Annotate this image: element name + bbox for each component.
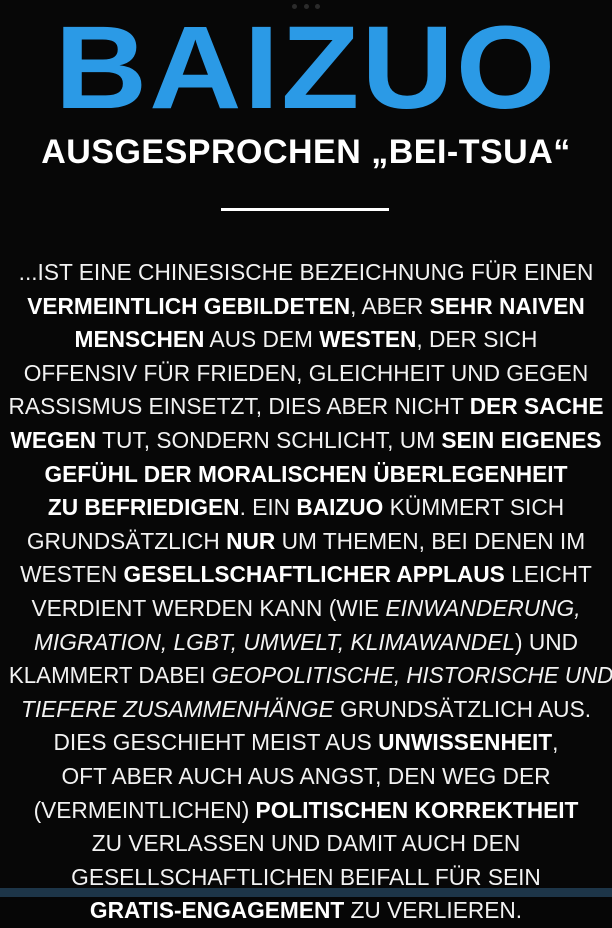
body-segment: VERDIENT WERDEN KANN (WIE bbox=[31, 594, 386, 621]
body-segment: GRUNDSÄTZLICH AUS. bbox=[333, 695, 592, 722]
body-segment: LEICHT bbox=[504, 561, 592, 588]
body-segment: , DER SICH bbox=[416, 326, 538, 353]
poster-subtitle: AUSGESPROCHEN „BEI-TSUA“ bbox=[41, 133, 571, 171]
body-line: VERDIENT WERDEN KANN (WIE EINWANDERUNG, bbox=[4, 592, 608, 626]
body-segment: GESELLSCHAFTLICHEN BEIFALL FÜR SEIN bbox=[71, 863, 541, 890]
body-line: RASSISMUS EINSETZT, DIES ABER NICHT DER … bbox=[4, 390, 608, 424]
body-segment: SEHR NAIVEN bbox=[429, 292, 585, 319]
body-segment: AUS DEM bbox=[204, 326, 320, 353]
body-segment: ZU BEFRIEDIGEN bbox=[47, 494, 240, 521]
body-segment: KÜMMERT SICH bbox=[383, 494, 565, 521]
body-segment: VERMEINTLICH GEBILDETEN bbox=[27, 292, 351, 319]
body-segment: WESTEN bbox=[319, 326, 417, 353]
body-line: GRATIS-ENGAGEMENT ZU VERLIEREN. bbox=[4, 894, 608, 928]
body-line: ZU VERLASSEN UND DAMIT AUCH DEN bbox=[4, 827, 608, 861]
body-segment: TIEFERE ZUSAMMENHÄNGE bbox=[20, 695, 334, 722]
divider-line bbox=[221, 208, 389, 211]
body-segment: GRUNDSÄTZLICH bbox=[26, 527, 227, 554]
body-segment: , ABER bbox=[350, 292, 430, 319]
body-line: GEFÜHL DER MORALISCHEN ÜBERLEGENHEIT bbox=[4, 458, 608, 492]
body-segment: ...IST EINE CHINESISCHE BEZEICHNUNG FÜR … bbox=[18, 259, 594, 285]
bottom-bar bbox=[0, 888, 612, 897]
body-segment: GRATIS-ENGAGEMENT bbox=[89, 897, 345, 924]
body-line: WEGEN TUT, SONDERN SCHLICHT, UM SEIN EIG… bbox=[4, 424, 608, 458]
body-segment: BAIZUO bbox=[296, 494, 384, 521]
body-segment: , bbox=[552, 729, 559, 756]
body-segment: GEOPOLITISCHE, HISTORISCHE UND bbox=[211, 662, 612, 689]
body-segment: TUT, SONDERN SCHLICHT, UM bbox=[96, 426, 442, 453]
body-line: ...IST EINE CHINESISCHE BEZEICHNUNG FÜR … bbox=[4, 256, 608, 290]
body-line: DIES GESCHIEHT MEIST AUS UNWISSENHEIT, bbox=[4, 726, 608, 760]
body-segment: DIES GESCHIEHT MEIST AUS bbox=[53, 729, 379, 756]
body-line: GRUNDSÄTZLICH NUR UM THEMEN, BEI DENEN I… bbox=[4, 525, 608, 559]
body-text: ...IST EINE CHINESISCHE BEZEICHNUNG FÜR … bbox=[0, 256, 612, 928]
body-segment: GEFÜHL DER MORALISCHEN ÜBERLEGENHEIT bbox=[44, 460, 568, 487]
body-segment: . EIN bbox=[239, 494, 297, 521]
body-line: OFFENSIV FÜR FRIEDEN, GLEICHHEIT UND GEG… bbox=[4, 357, 608, 391]
body-line: OFT ABER AUCH AUS ANGST, DEN WEG DER bbox=[4, 760, 608, 794]
body-segment: ZU VERLASSEN UND DAMIT AUCH DEN bbox=[91, 830, 521, 857]
body-segment: GESELLSCHAFTLICHER APPLAUS bbox=[123, 561, 505, 588]
body-line: MIGRATION, LGBT, UMWELT, KLIMAWANDEL) UN… bbox=[4, 626, 608, 660]
body-line: WESTEN GESELLSCHAFTLICHER APPLAUS LEICHT bbox=[4, 558, 608, 592]
body-segment: UNWISSENHEIT bbox=[378, 729, 553, 756]
body-segment: KLAMMERT DABEI bbox=[8, 662, 212, 689]
body-segment: MIGRATION, LGBT, UMWELT, KLIMAWANDEL bbox=[33, 628, 515, 655]
body-segment: RASSISMUS EINSETZT, DIES ABER NICHT bbox=[8, 393, 470, 420]
poster: BAIZUO AUSGESPROCHEN „BEI-TSUA“ ...IST E… bbox=[0, 0, 612, 923]
body-line: (VERMEINTLICHEN) POLITISCHEN KORREKTHEIT bbox=[4, 794, 608, 828]
body-segment: ZU VERLIEREN. bbox=[344, 897, 523, 924]
body-segment: SEIN EIGENES bbox=[441, 426, 602, 453]
poster-title: BAIZUO bbox=[54, 2, 558, 134]
body-segment: WESTEN bbox=[20, 561, 124, 588]
body-segment: EINWANDERUNG, bbox=[385, 594, 581, 621]
body-line: ZU BEFRIEDIGEN. EIN BAIZUO KÜMMERT SICH bbox=[4, 491, 608, 525]
body-line: VERMEINTLICH GEBILDETEN, ABER SEHR NAIVE… bbox=[4, 290, 608, 324]
body-segment: UM THEMEN, BEI DENEN IM bbox=[275, 527, 586, 554]
body-segment: NUR bbox=[226, 527, 276, 554]
body-line: MENSCHEN AUS DEM WESTEN, DER SICH bbox=[4, 323, 608, 357]
body-segment: POLITISCHEN KORREKTHEIT bbox=[255, 796, 579, 823]
body-line: KLAMMERT DABEI GEOPOLITISCHE, HISTORISCH… bbox=[8, 659, 612, 693]
body-segment: ) UND bbox=[514, 628, 579, 655]
body-segment: (VERMEINTLICHEN) bbox=[33, 796, 256, 823]
body-segment: MENSCHEN bbox=[74, 326, 205, 353]
body-segment: OFT ABER AUCH AUS ANGST, DEN WEG DER bbox=[61, 762, 551, 789]
body-line: TIEFERE ZUSAMMENHÄNGE GRUNDSÄTZLICH AUS. bbox=[4, 693, 608, 727]
body-segment: DER SACHE bbox=[469, 393, 604, 420]
body-segment: WEGEN bbox=[10, 426, 97, 453]
body-segment: OFFENSIV FÜR FRIEDEN, GLEICHHEIT UND GEG… bbox=[23, 359, 589, 386]
